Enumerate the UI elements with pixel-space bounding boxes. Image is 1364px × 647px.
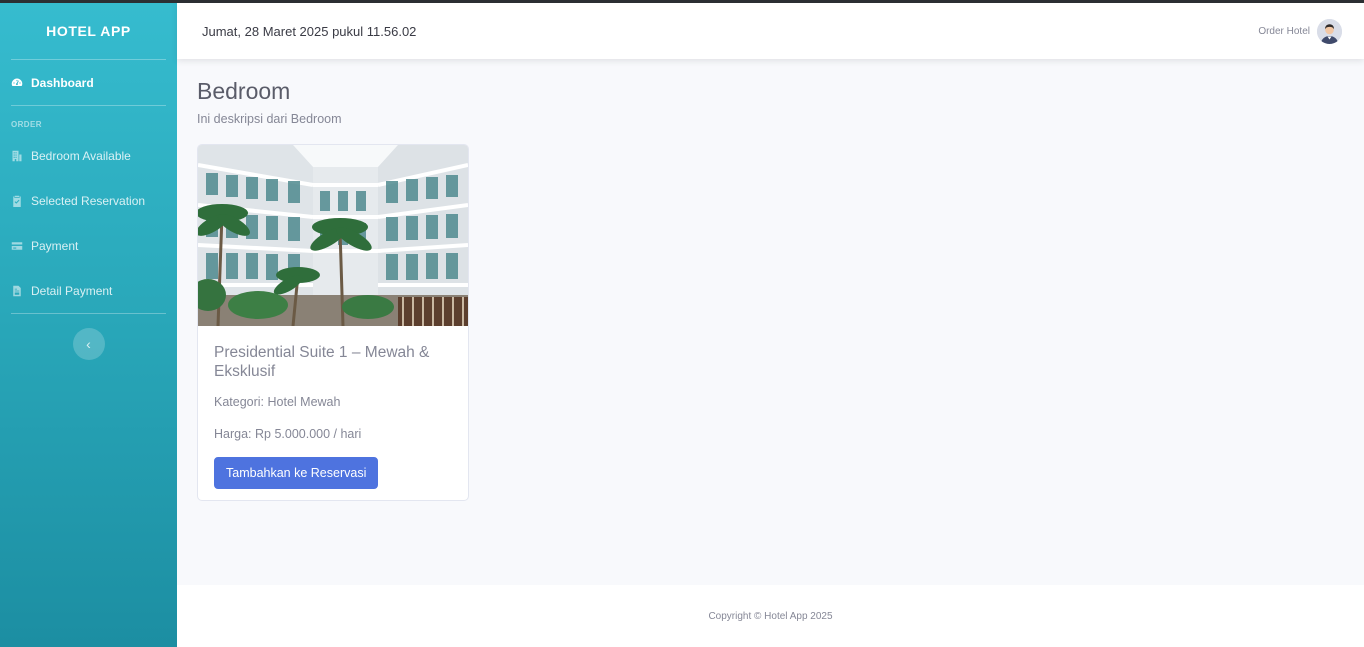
room-photo <box>198 145 468 326</box>
sidebar-divider <box>11 313 166 314</box>
sidebar-item-label: Bedroom Available <box>31 148 131 163</box>
file-invoice-icon <box>11 285 23 297</box>
topbar: Jumat, 28 Maret 2025 pukul 11.56.02 Orde… <box>177 3 1364 59</box>
page-title: Bedroom <box>197 78 291 104</box>
current-datetime: Jumat, 28 Maret 2025 pukul 11.56.02 <box>202 23 417 39</box>
brand-title[interactable]: HOTEL APP <box>0 0 177 59</box>
sidebar-item-bedroom-available[interactable]: Bedroom Available <box>0 133 177 178</box>
user-name: Order Hotel <box>1258 25 1310 37</box>
page-description: Ini deskripsi dari Bedroom <box>197 112 342 126</box>
clipboard-check-icon <box>11 195 23 207</box>
sidebar: HOTEL APP Dashboard ORDER Bedroom Availa… <box>0 0 177 647</box>
sidebar-item-label: Detail Payment <box>31 283 113 298</box>
sidebar-heading-order: ORDER <box>11 120 42 129</box>
avatar[interactable] <box>1317 18 1342 44</box>
room-card: Presidential Suite 1 – Mewah & Eksklusif… <box>197 144 469 501</box>
window-top-border <box>0 0 1364 3</box>
building-icon <box>11 150 23 162</box>
copyright-text: Copyright © Hotel App 2025 <box>708 610 833 622</box>
user-avatar-icon <box>1317 18 1342 44</box>
sidebar-item-dashboard[interactable]: Dashboard <box>0 60 177 105</box>
sidebar-toggle-wrap: ‹ <box>0 328 177 360</box>
sidebar-item-label: Payment <box>31 238 79 253</box>
sidebar-item-label: Selected Reservation <box>31 193 146 208</box>
room-card-body: Presidential Suite 1 – Mewah & Eksklusif… <box>198 326 468 500</box>
sidebar-item-payment[interactable]: Payment <box>0 223 177 268</box>
chevron-left-icon: ‹ <box>86 336 91 352</box>
add-to-reservation-button[interactable]: Tambahkan ke Reservasi <box>214 457 379 489</box>
tachometer-icon <box>11 77 23 89</box>
credit-card-icon <box>11 240 23 252</box>
sidebar-item-selected-reservation[interactable]: Selected Reservation <box>0 178 177 223</box>
sidebar-item-detail-payment[interactable]: Detail Payment <box>0 268 177 313</box>
user-menu[interactable]: Order Hotel <box>1258 18 1342 44</box>
sidebar-item-label: Dashboard <box>31 75 94 90</box>
main-content: Bedroom Ini deskripsi dari Bedroom Presi… <box>197 59 469 501</box>
room-price: Harga: Rp 5.000.000 / hari <box>214 427 362 441</box>
sidebar-toggle-button[interactable]: ‹ <box>72 328 105 360</box>
footer: Copyright © Hotel App 2025 <box>177 585 1364 647</box>
room-title: Presidential Suite 1 – Mewah & Eksklusif <box>214 344 430 380</box>
room-category: Kategori: Hotel Mewah <box>214 395 341 409</box>
